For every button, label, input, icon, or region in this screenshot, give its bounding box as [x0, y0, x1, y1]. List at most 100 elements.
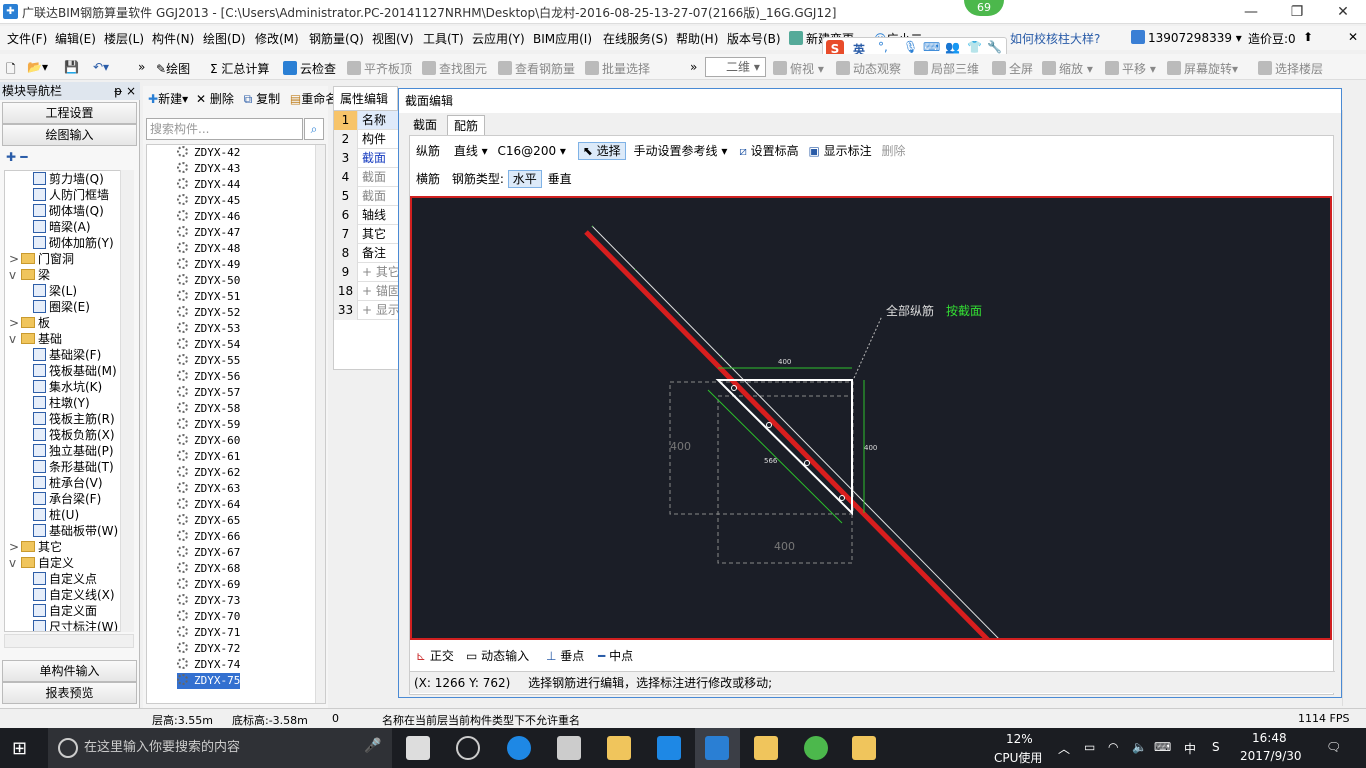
component-list-item[interactable]: ZDYX-54 — [177, 337, 240, 353]
component-list-item[interactable]: ZDYX-68 — [177, 561, 240, 577]
search-icon[interactable]: ⌕ — [304, 118, 324, 140]
minimize-button[interactable]: — — [1228, 0, 1274, 24]
dim-top-label[interactable]: 400 — [778, 358, 791, 366]
component-list-item[interactable]: ZDYX-46 — [177, 209, 240, 225]
rebar-point[interactable] — [804, 460, 810, 466]
expander-icon[interactable]: v — [9, 555, 21, 571]
select-floor-button[interactable]: 选择楼层 — [1258, 60, 1323, 77]
manual-ref-line-button[interactable]: 手动设置参考线 ▾ — [634, 144, 728, 158]
component-list-item[interactable]: ZDYX-75 — [177, 673, 241, 689]
help-hint-link[interactable]: 如何校核柱大样? — [1010, 30, 1100, 47]
find-element-button[interactable]: 查找图元 — [422, 60, 487, 77]
property-row[interactable]: 2 构件 — [334, 130, 404, 149]
summary-calc-button[interactable]: Σ 汇总计算 — [210, 60, 269, 77]
zoom-button[interactable]: 缩放 ▾ — [1042, 60, 1093, 77]
menu-modify[interactable]: 修改(M) — [255, 30, 299, 47]
dim-diag-label[interactable]: 566 — [764, 457, 778, 465]
line-type-select[interactable]: 直线 ▾ — [454, 144, 488, 158]
tree-folder[interactable]: v 自定义 — [9, 555, 74, 571]
diagonal-rebar[interactable] — [584, 230, 992, 644]
skin-icon[interactable]: 👕 — [967, 40, 982, 54]
undo-icon[interactable]: ↶▾ — [93, 60, 109, 74]
perpendicular-button[interactable]: ⊥ 垂点 — [546, 647, 584, 664]
component-list-item[interactable]: ZDYX-62 — [177, 465, 240, 481]
tree-item[interactable]: 桩承台(V) — [33, 475, 103, 491]
mic-icon[interactable]: 🎙 — [903, 40, 918, 54]
browser360-icon[interactable] — [456, 736, 480, 760]
close-button[interactable]: ✕ — [1320, 0, 1366, 24]
horizontal-button[interactable]: 水平 — [507, 170, 542, 188]
batch-select-button[interactable]: 批量选择 — [585, 60, 650, 77]
glodon-rebar-icon[interactable] — [705, 736, 729, 760]
tree-item[interactable]: 桩(U) — [33, 507, 79, 523]
show-dimension-button[interactable]: ▣ 显示标注 — [809, 144, 872, 158]
component-list-item[interactable]: ZDYX-71 — [177, 625, 240, 641]
component-list-item[interactable]: ZDYX-57 — [177, 385, 240, 401]
tree-item[interactable]: 独立基础(P) — [33, 443, 114, 459]
component-list-item[interactable]: ZDYX-72 — [177, 641, 240, 657]
tree-item[interactable]: 筏板主筋(R) — [33, 411, 115, 427]
tree-item[interactable]: 剪力墙(Q) — [33, 171, 104, 187]
component-list-item[interactable]: ZDYX-50 — [177, 273, 240, 289]
component-list-item[interactable]: ZDYX-65 — [177, 513, 240, 529]
property-row[interactable]: 33 + 显示 — [334, 301, 404, 320]
menu-component[interactable]: 构件(N) — [152, 30, 194, 47]
component-list-item[interactable]: ZDYX-67 — [177, 545, 240, 561]
notepad-icon[interactable] — [754, 736, 778, 760]
s-tray-icon[interactable]: S — [1212, 740, 1220, 754]
action-center-icon[interactable]: 🗨 — [1326, 740, 1341, 754]
menu-cloud[interactable]: 云应用(Y) — [472, 30, 525, 47]
tray-chevron-icon[interactable]: ︿ — [1058, 740, 1070, 757]
menu-online[interactable]: 在线服务(S) — [603, 30, 668, 47]
reference-line[interactable] — [591, 225, 1003, 643]
new-component-button[interactable]: ✚新建▾ — [148, 92, 188, 106]
menu-help[interactable]: 帮助(H) — [676, 30, 718, 47]
tree-item[interactable]: 筏板负筋(X) — [33, 427, 115, 443]
task-view-icon[interactable] — [406, 736, 430, 760]
project-settings-button[interactable]: 工程设置 — [2, 102, 137, 124]
component-list-item[interactable]: ZDYX-48 — [177, 241, 240, 257]
new-file-icon[interactable]: 🗋 — [6, 60, 16, 81]
component-list-item[interactable]: ZDYX-69 — [177, 577, 240, 593]
component-list-item[interactable]: ZDYX-73 — [177, 593, 240, 609]
menu-file[interactable]: 文件(F) — [7, 30, 47, 47]
wrench-icon[interactable]: 🔧 — [987, 40, 1002, 54]
ime-tray-icon[interactable]: 中 — [1184, 740, 1196, 757]
menu-rebar[interactable]: 钢筋量(Q) — [309, 30, 364, 47]
component-list-item[interactable]: ZDYX-53 — [177, 321, 240, 337]
keyboard-tray-icon[interactable]: ⌨ — [1154, 740, 1171, 754]
menu-tools[interactable]: 工具(T) — [423, 30, 464, 47]
component-list-item[interactable]: ZDYX-52 — [177, 305, 240, 321]
toolbar-overflow-icon[interactable]: » — [138, 60, 145, 74]
cloud-check-button[interactable]: 云检查 — [283, 60, 336, 77]
open-file-icon[interactable]: 📂▾ — [27, 60, 48, 74]
tree-scrollbar[interactable] — [120, 170, 134, 632]
property-row[interactable]: 6 轴线 — [334, 206, 404, 225]
maximize-button[interactable]: ❐ — [1274, 0, 1320, 24]
pan-button[interactable]: 平移 ▾ — [1105, 60, 1156, 77]
dim-bottom-label[interactable]: 400 — [774, 540, 795, 553]
annotation-all-rebar[interactable]: 全部纵筋 — [886, 303, 934, 318]
component-list-item[interactable]: ZDYX-42 — [177, 145, 240, 161]
property-row[interactable]: 9 + 其它 — [334, 263, 404, 282]
app360-icon[interactable] — [804, 736, 828, 760]
menu-floor[interactable]: 楼层(L) — [104, 30, 144, 47]
component-list-item[interactable]: ZDYX-56 — [177, 369, 240, 385]
top-view-button[interactable]: 俯视 ▾ — [773, 60, 824, 77]
help-app-icon[interactable] — [852, 736, 876, 760]
draw-button[interactable]: ✎绘图 — [156, 60, 190, 77]
ortho-button[interactable]: ⊾ 正交 — [416, 647, 454, 664]
component-list-item[interactable]: ZDYX-55 — [177, 353, 240, 369]
dim-left-label[interactable]: 400 — [670, 440, 691, 453]
punct-icon[interactable]: °, — [878, 40, 888, 54]
tree-item[interactable]: 条形基础(T) — [33, 459, 114, 475]
glodon-g-icon[interactable] — [657, 736, 681, 760]
rebar-point[interactable] — [766, 422, 772, 428]
tree-item[interactable]: 砌体墙(Q) — [33, 203, 104, 219]
tree-item[interactable]: 暗梁(A) — [33, 219, 91, 235]
report-preview-button[interactable]: 报表预览 — [2, 682, 137, 704]
property-row[interactable]: 7 其它 — [334, 225, 404, 244]
windows-start-icon[interactable]: ⊞ — [12, 738, 27, 759]
component-list-item[interactable]: ZDYX-44 — [177, 177, 240, 193]
tree-item[interactable]: 柱墩(Y) — [33, 395, 90, 411]
